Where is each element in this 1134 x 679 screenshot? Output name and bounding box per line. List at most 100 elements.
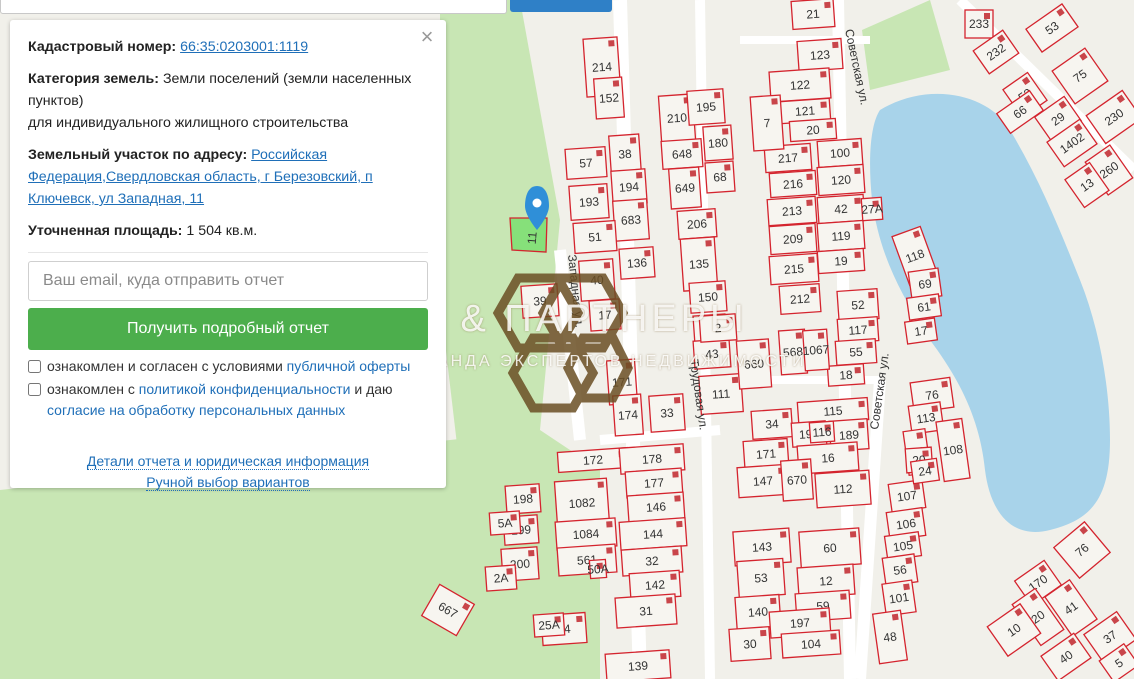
land-plot[interactable]: 31 xyxy=(614,593,678,629)
land-plot[interactable]: 30 xyxy=(728,625,772,663)
personal-data-consent-link[interactable]: согласие на обработку персональных данны… xyxy=(47,402,345,418)
land-plot[interactable]: 172 xyxy=(556,446,630,474)
plot-number: 55 xyxy=(849,345,864,360)
land-plot[interactable]: 57 xyxy=(564,145,608,181)
privacy-policy-link[interactable]: политикой конфиденциальности xyxy=(139,381,351,397)
land-plot[interactable]: 683 xyxy=(611,198,651,242)
land-plot[interactable]: 120 xyxy=(816,163,866,197)
land-plot[interactable]: 139 xyxy=(604,649,672,679)
land-plot[interactable]: 233 xyxy=(964,9,994,39)
land-plot[interactable]: 48 xyxy=(871,609,909,665)
land-plot[interactable]: 649 xyxy=(667,166,703,210)
land-plot[interactable]: 146 xyxy=(626,491,686,523)
land-plot[interactable]: 136 xyxy=(618,246,656,280)
land-plot[interactable]: 195 xyxy=(686,88,726,126)
land-plot[interactable]: 193 xyxy=(568,183,610,221)
plot-number: 195 xyxy=(696,99,717,114)
plot-number: 113 xyxy=(916,410,937,427)
plot-number: 180 xyxy=(708,135,729,150)
plot-number: 19 xyxy=(834,254,849,269)
land-plot[interactable]: 21 xyxy=(790,0,836,31)
plot-number: 177 xyxy=(644,475,665,490)
land-use-value: для индивидуального жилищного строительс… xyxy=(28,115,349,131)
land-plot[interactable]: 215 xyxy=(768,252,820,286)
land-plot[interactable]: 27A xyxy=(860,196,884,222)
cadastral-number-link[interactable]: 66:35:0203001:1119 xyxy=(180,39,308,55)
land-plot[interactable]: 123 xyxy=(796,37,844,73)
land-plot[interactable]: 7 xyxy=(749,94,785,152)
land-plot[interactable]: 5A xyxy=(488,510,522,536)
land-plot[interactable]: 60 xyxy=(798,527,862,569)
land-plot[interactable]: 670 xyxy=(779,458,815,502)
land-plot[interactable]: 20 xyxy=(788,117,838,143)
land-plot[interactable]: 119 xyxy=(816,219,866,253)
plot-number: 116 xyxy=(812,424,832,439)
plot-number: 198 xyxy=(513,491,534,506)
land-plot[interactable]: 648 xyxy=(660,137,704,171)
land-plot[interactable]: 144 xyxy=(618,517,688,551)
land-plot[interactable]: 17 xyxy=(903,317,939,345)
land-plot[interactable]: 50A xyxy=(587,558,610,580)
land-plot[interactable]: 104 xyxy=(780,629,842,659)
search-button[interactable] xyxy=(510,0,612,12)
plot-number: 100 xyxy=(830,145,851,160)
land-plot[interactable]: 180 xyxy=(702,124,734,162)
land-plot[interactable]: 53 xyxy=(736,557,786,599)
plot-number: 670 xyxy=(787,472,808,487)
land-plot[interactable]: 68 xyxy=(704,160,736,194)
plot-number: 206 xyxy=(687,216,708,231)
land-category-label: Категория земель: xyxy=(28,71,159,87)
area-value: 1 504 кв.м. xyxy=(186,223,258,239)
plot-number: 119 xyxy=(831,228,851,243)
plot-number: 147 xyxy=(753,473,774,488)
land-plot[interactable]: 206 xyxy=(676,208,718,240)
land-plot[interactable]: 212 xyxy=(778,282,822,316)
land-plot[interactable]: 25A xyxy=(532,612,566,638)
cadastral-number-label: Кадастровый номер: xyxy=(28,39,177,55)
plot-number: 178 xyxy=(642,451,663,466)
plot-number: 649 xyxy=(675,180,696,195)
land-plot[interactable]: 2A xyxy=(484,564,518,592)
plot-number: 53 xyxy=(754,571,769,586)
land-plot[interactable]: 19 xyxy=(816,247,866,275)
plot-number: 56 xyxy=(892,562,907,578)
land-plot[interactable]: 216 xyxy=(768,169,818,199)
plot-number: 105 xyxy=(892,538,914,555)
land-plot[interactable]: 34 xyxy=(750,407,794,441)
plot-number: 213 xyxy=(782,203,803,218)
land-plot[interactable]: 42 xyxy=(816,193,866,225)
plot-number: 683 xyxy=(621,212,642,227)
land-plot[interactable]: 51 xyxy=(572,219,618,255)
close-icon[interactable]: × xyxy=(418,26,436,48)
land-plot[interactable]: 18 xyxy=(826,363,866,387)
land-plot[interactable]: 38 xyxy=(608,133,642,175)
privacy-consent-text: ознакомлен с политикой конфиденциальност… xyxy=(47,379,393,421)
plot-number: 52 xyxy=(851,298,866,313)
plot-number: 76 xyxy=(924,387,939,403)
land-plot[interactable]: 33 xyxy=(648,393,686,433)
privacy-consent-checkbox[interactable] xyxy=(28,383,41,396)
address-search-input[interactable] xyxy=(0,0,507,14)
land-plot[interactable]: 24 xyxy=(909,457,941,485)
land-plot[interactable]: 152 xyxy=(592,76,626,120)
offer-consent-text: ознакомлен и согласен с условиями публич… xyxy=(47,356,410,377)
land-plot[interactable]: 213 xyxy=(766,195,818,227)
get-report-button[interactable]: Получить подробный отчет xyxy=(28,308,428,350)
plot-number: 57 xyxy=(579,156,594,171)
land-plot[interactable]: 209 xyxy=(768,222,818,256)
land-plot[interactable]: 174 xyxy=(611,393,645,437)
plot-number: 136 xyxy=(627,255,648,270)
land-plot[interactable]: 100 xyxy=(816,137,864,169)
plot-number: 104 xyxy=(801,636,822,651)
offer-consent-checkbox[interactable] xyxy=(28,360,41,373)
land-plot[interactable]: 55 xyxy=(834,337,878,367)
land-plot[interactable]: 116 xyxy=(808,420,836,444)
land-plot[interactable]: 198 xyxy=(504,483,542,515)
email-field[interactable] xyxy=(28,261,428,301)
public-offer-link[interactable]: публичной оферты xyxy=(287,358,411,374)
manual-selection-link[interactable]: Ручной выбор вариантов xyxy=(146,474,310,491)
plot-number: 152 xyxy=(599,90,620,105)
report-details-link[interactable]: Детали отчета и юридическая информация xyxy=(86,453,370,470)
land-plot[interactable]: 112 xyxy=(814,469,872,509)
land-plot[interactable]: 61 xyxy=(905,293,943,321)
